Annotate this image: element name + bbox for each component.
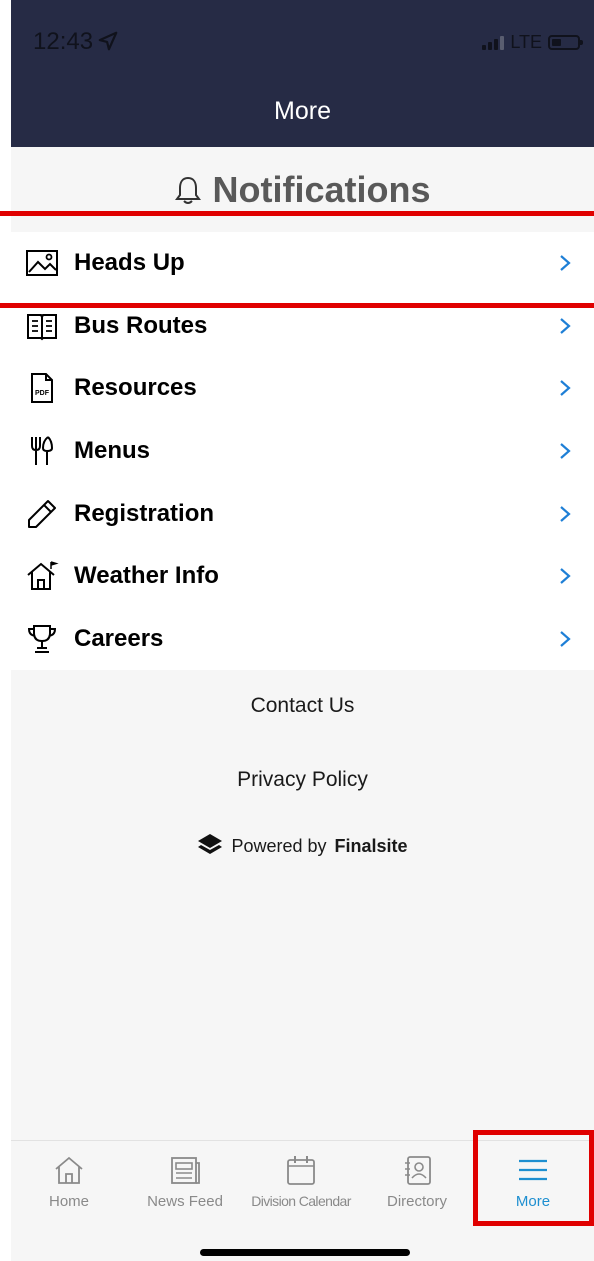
finalsite-logo-icon <box>198 834 223 854</box>
contacts-icon <box>405 1156 431 1185</box>
footer <box>11 670 594 1140</box>
pencil-icon <box>25 497 59 531</box>
menu-item-label: Heads Up <box>74 249 185 277</box>
image-icon <box>25 246 59 280</box>
highlight-line-top <box>0 211 594 216</box>
svg-text:PDF: PDF <box>35 390 50 397</box>
chevron-right-icon <box>560 443 571 459</box>
tab-label: News Feed <box>147 1193 223 1210</box>
menu-item-careers[interactable]: Careers <box>11 608 594 671</box>
more-menu-list: Heads Up Bus Routes PDF Resources Menus <box>11 232 594 671</box>
app-screen: 12:43 LTE More Notifications Heads Up Bu… <box>11 0 594 1261</box>
chevron-right-icon <box>560 255 571 272</box>
calendar-icon <box>287 1156 315 1185</box>
privacy-policy-link[interactable]: Privacy Policy <box>11 768 594 792</box>
battery-icon <box>548 35 583 50</box>
menu-item-menus[interactable]: Menus <box>11 420 594 483</box>
trophy-icon <box>25 622 59 656</box>
powered-by-brand: Finalsite <box>334 835 408 856</box>
powered-by[interactable]: Powered by Finalsite <box>11 833 594 859</box>
powered-by-text: Powered by <box>231 835 327 856</box>
notifications-title: Notifications <box>212 168 431 210</box>
book-icon <box>25 309 59 343</box>
menu-item-label: Resources <box>74 374 197 402</box>
status-time: 12:43 <box>33 28 94 55</box>
highlight-box-more-tab <box>473 1130 594 1226</box>
network-label: LTE <box>510 32 542 52</box>
menu-item-label: Registration <box>74 499 215 527</box>
notifications-heading[interactable]: Notifications <box>11 147 594 232</box>
signal-icon <box>482 35 505 50</box>
tab-home[interactable]: Home <box>11 1153 127 1210</box>
tab-label: Home <box>48 1193 89 1210</box>
highlight-line-bottom <box>0 303 594 308</box>
location-arrow-icon <box>98 31 118 51</box>
status-indicators: LTE <box>482 32 583 53</box>
tab-directory[interactable]: Directory <box>359 1153 475 1210</box>
chevron-right-icon <box>560 318 571 334</box>
tab-label: Division Calendar <box>251 1193 351 1209</box>
menu-item-registration[interactable]: Registration <box>11 482 594 545</box>
tab-label: Directory <box>386 1193 447 1210</box>
chevron-right-icon <box>560 568 571 585</box>
menu-item-label: Weather Info <box>74 562 219 590</box>
house-flag-icon <box>25 559 59 593</box>
contact-us-link[interactable]: Contact Us <box>11 694 594 718</box>
menu-item-label: Bus Routes <box>74 311 208 339</box>
tab-news-feed[interactable]: News Feed <box>127 1153 243 1210</box>
chevron-right-icon <box>560 631 571 647</box>
home-indicator <box>200 1249 410 1256</box>
utensils-icon <box>25 434 59 468</box>
chevron-right-icon <box>560 380 571 397</box>
chevron-right-icon <box>560 505 571 522</box>
home-icon <box>55 1156 83 1184</box>
bell-icon <box>175 176 202 204</box>
menu-item-resources[interactable]: PDF Resources <box>11 357 594 420</box>
newspaper-icon <box>171 1157 200 1184</box>
tab-division-calendar[interactable]: Division Calendar <box>243 1153 359 1209</box>
menu-item-heads-up[interactable]: Heads Up <box>11 232 594 295</box>
menu-item-label: Careers <box>74 624 164 652</box>
pdf-icon: PDF <box>25 371 59 405</box>
page-title: More <box>274 97 331 125</box>
menu-item-label: Menus <box>74 437 151 465</box>
top-bar: 12:43 LTE More <box>11 0 594 147</box>
menu-item-weather-info[interactable]: Weather Info <box>11 545 594 608</box>
